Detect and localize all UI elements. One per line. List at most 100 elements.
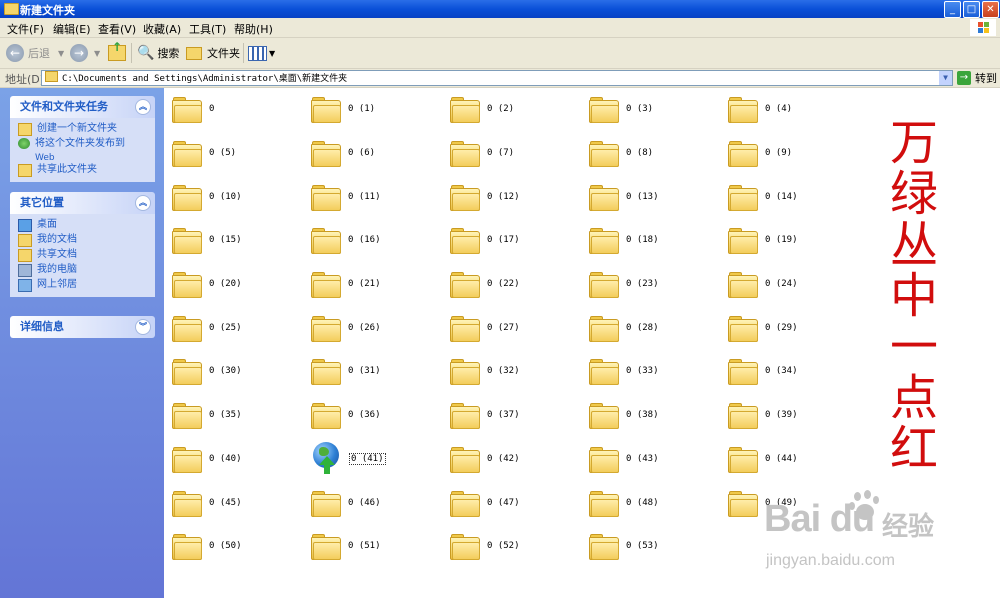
folder-icon — [450, 315, 480, 342]
folder-item[interactable]: 0 (43) — [589, 444, 659, 474]
folder-item[interactable]: 0 (52) — [450, 531, 520, 561]
folder-item[interactable]: 0 (53) — [589, 531, 659, 561]
menu-edit[interactable]: 编辑(E) — [53, 21, 91, 37]
folder-item[interactable]: 0 (20) — [172, 269, 242, 299]
folder-item[interactable]: 0 (22) — [450, 269, 520, 299]
address-input[interactable]: C:\Documents and Settings\Administrator\… — [41, 70, 953, 86]
places-panel-header[interactable]: 其它位置 ︽ — [10, 192, 155, 214]
place-shared-documents[interactable]: 共享文档 — [18, 248, 155, 263]
folder-name: 0 (10) — [209, 192, 242, 202]
folder-item[interactable]: 0 (4) — [728, 94, 792, 124]
folder-item[interactable]: 0 (50) — [172, 531, 242, 561]
folder-item[interactable]: 0 (9) — [728, 138, 792, 168]
folder-item[interactable]: 0 (3) — [589, 94, 653, 124]
maximize-button[interactable]: □ — [963, 1, 980, 18]
search-button[interactable]: 🔍 搜索 — [137, 42, 179, 64]
folder-item[interactable]: 0 (1) — [311, 94, 375, 124]
folder-item[interactable]: 0 (32) — [450, 356, 520, 386]
folder-item[interactable]: 0 (12) — [450, 182, 520, 212]
address-dropdown-icon[interactable]: ▼ — [939, 71, 952, 85]
folder-item[interactable]: 0 (11) — [311, 182, 381, 212]
task-share-folder[interactable]: 共享此文件夹 — [18, 163, 155, 178]
folder-item[interactable]: 0 (31) — [311, 356, 381, 386]
folder-item[interactable]: 0 (18) — [589, 225, 659, 255]
collapse-chevron-icon[interactable]: ︽ — [135, 195, 151, 211]
folder-item[interactable]: 0 (19) — [728, 225, 798, 255]
folders-button[interactable]: 文件夹 — [186, 42, 240, 64]
folder-item[interactable]: 0 (6) — [311, 138, 375, 168]
folder-item[interactable]: 0 (27) — [450, 313, 520, 343]
folder-item[interactable]: 0 (17) — [450, 225, 520, 255]
folder-item[interactable]: 0 (13) — [589, 182, 659, 212]
menu-view[interactable]: 查看(V) — [98, 21, 136, 37]
menu-help[interactable]: 帮助(H) — [234, 21, 273, 37]
folder-item[interactable]: 0 (10) — [172, 182, 242, 212]
go-button[interactable]: → 转到 — [957, 70, 997, 86]
folder-icon — [172, 446, 202, 473]
details-panel-header[interactable]: 详细信息 ︾ — [10, 316, 155, 338]
folder-item[interactable]: 0 (45) — [172, 488, 242, 518]
menu-favorites[interactable]: 收藏(A) — [143, 21, 181, 37]
place-label: 共享文档 — [37, 249, 77, 260]
folder-item[interactable]: 0 (2) — [450, 94, 514, 124]
folder-item[interactable]: 0 (21) — [311, 269, 381, 299]
folder-item[interactable]: 0 (7) — [450, 138, 514, 168]
expand-chevron-icon[interactable]: ︾ — [135, 319, 151, 335]
place-network[interactable]: 网上邻居 — [18, 278, 155, 293]
folder-item[interactable]: 0 (48) — [589, 488, 659, 518]
task-new-folder[interactable]: 创建一个新文件夹 — [18, 122, 155, 137]
details-panel: 详细信息 ︾ — [10, 316, 155, 338]
task-publish-web[interactable]: 将这个文件夹发布到 Web — [18, 137, 155, 163]
folder-item[interactable]: 0 (46) — [311, 488, 381, 518]
toolbar: ← 后退 ▼ → ▼ ↑ 🔍 搜索 文件夹 ▼ — [0, 38, 1000, 69]
baidu-watermark: Bai du 经验 jingyan.baidu.com — [764, 490, 974, 580]
minimize-button[interactable]: _ — [944, 1, 961, 18]
folder-item[interactable]: 0 (33) — [589, 356, 659, 386]
close-button[interactable]: ✕ — [982, 1, 999, 18]
folder-item[interactable]: 0 (39) — [728, 400, 798, 430]
folder-item[interactable]: 0 (36) — [311, 400, 381, 430]
views-dropdown-icon: ▼ — [269, 48, 276, 58]
task-pane: 文件和文件夹任务 ︽ 创建一个新文件夹 将这个文件夹发布到 Web 共享此文件夹 — [0, 88, 164, 598]
folder-icon — [589, 490, 619, 517]
folder-item[interactable]: 0 (26) — [311, 313, 381, 343]
back-button[interactable]: ← 后退 ▼ — [6, 42, 64, 64]
folder-item[interactable]: 0 (15) — [172, 225, 242, 255]
folder-item[interactable]: 0 (51) — [311, 531, 381, 561]
folder-item[interactable]: 0 (8) — [589, 138, 653, 168]
folder-item[interactable]: 0 (40) — [172, 444, 242, 474]
folder-item[interactable]: 0 (34) — [728, 356, 798, 386]
views-button[interactable]: ▼ — [248, 42, 275, 64]
folder-item[interactable]: 0 (41) — [311, 442, 386, 474]
menu-file[interactable]: 文件(F) — [7, 21, 44, 37]
forward-button[interactable]: → ▼ — [70, 42, 100, 64]
forward-dropdown-icon[interactable]: ▼ — [94, 49, 100, 58]
folder-item[interactable]: 0 (30) — [172, 356, 242, 386]
folder-item[interactable]: 0 (37) — [450, 400, 520, 430]
folder-item[interactable]: 0 (5) — [172, 138, 236, 168]
folder-item[interactable]: 0 (16) — [311, 225, 381, 255]
place-my-computer[interactable]: 我的电脑 — [18, 263, 155, 278]
folder-item[interactable]: 0 (14) — [728, 182, 798, 212]
back-dropdown-icon[interactable]: ▼ — [58, 49, 64, 58]
tasks-panel-header[interactable]: 文件和文件夹任务 ︽ — [10, 96, 155, 118]
folder-item[interactable]: 0 (44) — [728, 444, 798, 474]
place-my-documents[interactable]: 我的文档 — [18, 233, 155, 248]
place-desktop[interactable]: 桌面 — [18, 218, 155, 233]
folder-item[interactable]: 0 (25) — [172, 313, 242, 343]
collapse-chevron-icon[interactable]: ︽ — [135, 99, 151, 115]
title-bar[interactable]: 新建文件夹 _ □ ✕ — [0, 0, 1000, 18]
folder-item[interactable]: 0 (29) — [728, 313, 798, 343]
folder-item[interactable]: 0 (42) — [450, 444, 520, 474]
folder-name: 0 (31) — [348, 366, 381, 376]
folder-item[interactable]: 0 (35) — [172, 400, 242, 430]
folder-item[interactable]: 0 — [172, 94, 214, 124]
folder-name: 0 (26) — [348, 323, 381, 333]
folder-item[interactable]: 0 (28) — [589, 313, 659, 343]
folder-item[interactable]: 0 (47) — [450, 488, 520, 518]
menu-tools[interactable]: 工具(T) — [189, 21, 226, 37]
folder-item[interactable]: 0 (23) — [589, 269, 659, 299]
up-folder-button[interactable]: ↑ — [108, 40, 126, 64]
folder-item[interactable]: 0 (24) — [728, 269, 798, 299]
folder-item[interactable]: 0 (38) — [589, 400, 659, 430]
